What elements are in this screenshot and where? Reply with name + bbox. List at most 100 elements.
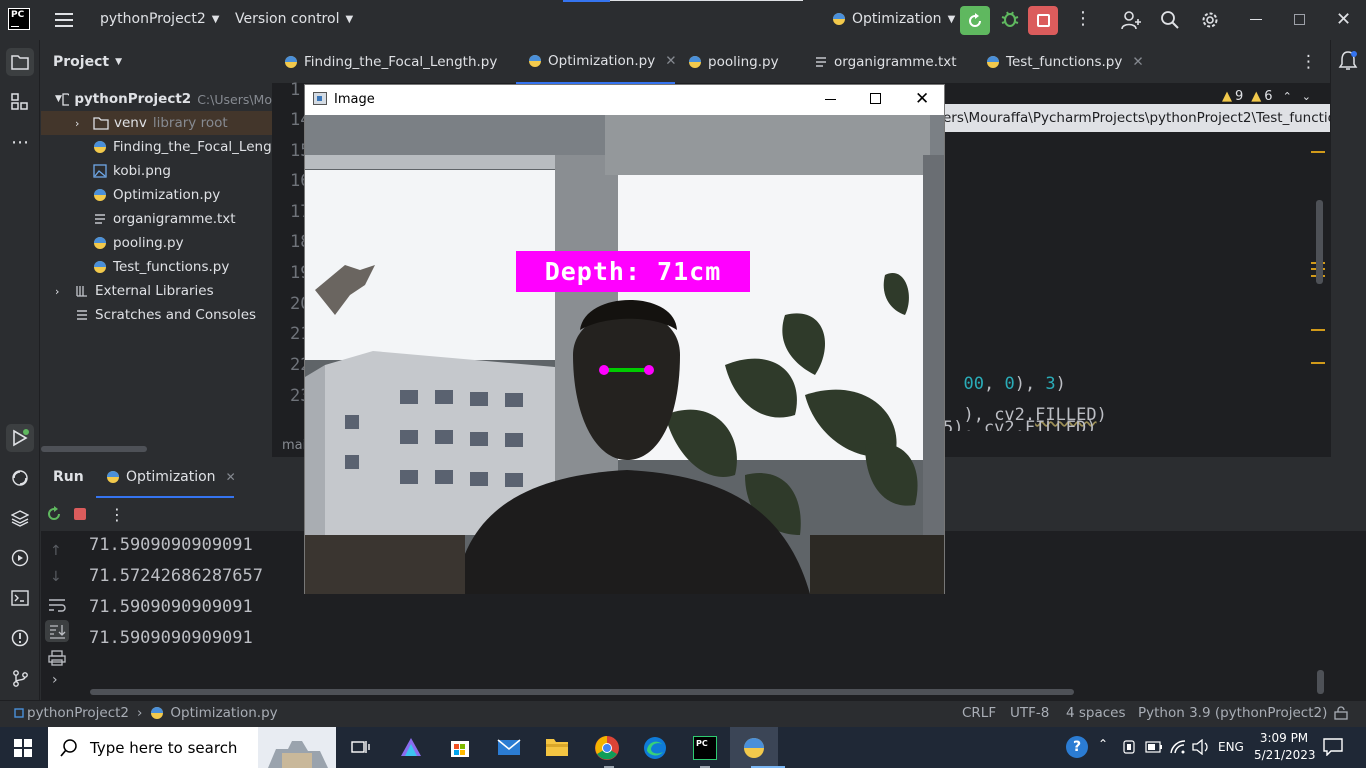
run-config-selector[interactable]: Optimization ▼ bbox=[832, 11, 955, 27]
task-view-icon[interactable] bbox=[351, 738, 371, 756]
search-button[interactable] bbox=[1160, 10, 1180, 30]
minimize-icon[interactable] bbox=[825, 99, 836, 100]
services-tool-button[interactable] bbox=[6, 544, 34, 572]
tree-item-optimization[interactable]: Optimization.py bbox=[41, 183, 272, 207]
tab-test-functions[interactable]: Test_functions.py ✕ bbox=[972, 40, 1162, 84]
stop-icon[interactable] bbox=[74, 508, 86, 520]
breadcrumb[interactable]: mai bbox=[282, 438, 306, 453]
tree-item-venv[interactable]: › venv library root bbox=[41, 111, 272, 135]
help-icon[interactable]: ? bbox=[1066, 736, 1088, 758]
encoding-widget[interactable]: UTF-8 bbox=[1010, 705, 1049, 721]
restore-icon[interactable] bbox=[1294, 14, 1305, 25]
chevron-right-icon[interactable]: › bbox=[52, 672, 58, 688]
project-tool-button[interactable] bbox=[6, 48, 34, 76]
tab-optimization[interactable]: Optimization.py ✕ bbox=[516, 40, 677, 84]
warning-marker[interactable] bbox=[1311, 362, 1325, 364]
scroll-up-icon[interactable]: ↑ bbox=[50, 543, 62, 559]
add-user-button[interactable] bbox=[1120, 9, 1142, 31]
tab-pooling[interactable]: pooling.py bbox=[688, 40, 779, 84]
more-tools-icon[interactable]: ⋯ bbox=[6, 128, 34, 156]
tree-item-focal-length[interactable]: Finding_the_Focal_Length bbox=[41, 135, 272, 159]
chevron-down-icon[interactable]: ⌄ bbox=[1302, 90, 1311, 103]
taskbar-search-box[interactable]: Type here to search bbox=[48, 727, 336, 768]
warning-marker[interactable] bbox=[1311, 151, 1325, 153]
close-tab-icon[interactable]: ✕ bbox=[665, 53, 676, 69]
device-icon[interactable] bbox=[1122, 740, 1136, 754]
terminal-tool-button[interactable] bbox=[6, 584, 34, 612]
pycharm-taskbar-icon[interactable]: PC bbox=[693, 736, 717, 760]
warning-marker[interactable] bbox=[1311, 329, 1325, 331]
maximize-icon[interactable] bbox=[870, 93, 881, 104]
line-separator-widget[interactable]: CRLF bbox=[962, 705, 996, 721]
mail-icon[interactable] bbox=[497, 737, 521, 757]
chevron-up-icon[interactable]: ⌃ bbox=[1283, 90, 1292, 103]
breadcrumb-project[interactable]: pythonProject2 bbox=[27, 705, 129, 721]
rerun-button[interactable] bbox=[46, 506, 62, 522]
settings-button[interactable] bbox=[1200, 10, 1220, 30]
layers-tool-button[interactable] bbox=[6, 504, 34, 532]
minimize-icon[interactable] bbox=[1250, 19, 1262, 20]
file-explorer-icon[interactable] bbox=[545, 737, 569, 757]
debug-button[interactable] bbox=[1000, 9, 1020, 29]
python-console-button[interactable] bbox=[6, 464, 34, 492]
inspections-widget[interactable]: ▲ 9 ▲ 6 ⌃ ⌄ bbox=[1222, 89, 1311, 104]
interpreter-widget[interactable]: Python 3.9 (pythonProject2) bbox=[1138, 705, 1327, 721]
breadcrumb[interactable]: pythonProject2 › Optimization.py bbox=[14, 705, 278, 721]
project-selector[interactable]: pythonProject2 ▼ bbox=[100, 11, 219, 27]
tree-item-root[interactable]: ▼ pythonProject2 C:\Users\Mo bbox=[41, 87, 272, 111]
scroll-to-end-button[interactable] bbox=[45, 620, 69, 642]
tree-item-organigramme[interactable]: organigramme.txt bbox=[41, 207, 272, 231]
horizontal-scrollbar[interactable] bbox=[41, 446, 147, 452]
rerun-button[interactable] bbox=[960, 6, 990, 35]
volume-icon[interactable] bbox=[1192, 739, 1210, 755]
notifications-button[interactable] bbox=[1338, 50, 1358, 72]
print-icon[interactable] bbox=[48, 650, 66, 666]
structure-tool-button[interactable] bbox=[6, 88, 34, 116]
main-menu-icon[interactable] bbox=[55, 12, 73, 28]
close-tab-icon[interactable]: ✕ bbox=[1132, 54, 1143, 70]
windows-start-button[interactable] bbox=[14, 739, 32, 757]
project-panel-header[interactable]: Project ▼ bbox=[53, 54, 122, 70]
battery-icon[interactable] bbox=[1145, 741, 1163, 753]
clock[interactable]: 3:09 PM 5/21/2023 bbox=[1254, 730, 1316, 764]
soft-wrap-icon[interactable] bbox=[48, 598, 66, 612]
more-tabs-icon[interactable]: ⋮ bbox=[1300, 52, 1317, 72]
scroll-down-icon[interactable]: ↓ bbox=[50, 569, 62, 585]
edge-icon[interactable] bbox=[643, 736, 667, 760]
tree-item-scratches[interactable]: Scratches and Consoles bbox=[41, 303, 272, 327]
tree-item-external-libraries[interactable]: › External Libraries bbox=[41, 279, 272, 303]
wifi-icon[interactable] bbox=[1169, 739, 1187, 755]
python-app-taskbar-button[interactable] bbox=[730, 727, 778, 768]
indent-widget[interactable]: 4 spaces bbox=[1066, 705, 1126, 721]
console-horizontal-scrollbar[interactable] bbox=[90, 689, 1074, 695]
input-language[interactable]: ENG bbox=[1218, 740, 1244, 754]
console-output-line: 71.5909090909091 bbox=[89, 628, 253, 648]
problems-tool-button[interactable] bbox=[6, 624, 34, 652]
close-icon[interactable]: ✕ bbox=[1336, 9, 1351, 30]
vertical-scrollbar[interactable] bbox=[1316, 200, 1323, 284]
notification-center-icon[interactable] bbox=[1323, 738, 1343, 756]
tab-organigramme[interactable]: organigramme.txt bbox=[814, 40, 957, 84]
console-vertical-scrollbar[interactable] bbox=[1317, 670, 1324, 694]
more-actions-icon[interactable]: ⋮ bbox=[109, 505, 125, 524]
stop-button[interactable] bbox=[1028, 6, 1058, 35]
microsoft-store-icon[interactable] bbox=[449, 736, 471, 758]
pycharm-logo-icon[interactable]: PC bbox=[8, 8, 30, 30]
lock-icon[interactable] bbox=[1334, 706, 1348, 720]
tree-item-pooling[interactable]: pooling.py bbox=[41, 231, 272, 255]
run-tool-button[interactable] bbox=[6, 424, 34, 452]
vcs-selector[interactable]: Version control ▼ bbox=[235, 11, 353, 27]
close-icon[interactable]: ✕ bbox=[915, 89, 929, 109]
tab-run-config[interactable]: Optimization ✕ bbox=[96, 457, 236, 498]
chevron-up-icon[interactable]: ⌃ bbox=[1098, 737, 1108, 751]
tab-finding-focal-length[interactable]: Finding_the_Focal_Length.py bbox=[284, 40, 497, 84]
tree-item-kobi[interactable]: kobi.png bbox=[41, 159, 272, 183]
close-tab-icon[interactable]: ✕ bbox=[226, 470, 236, 484]
tree-item-test-functions[interactable]: Test_functions.py bbox=[41, 255, 272, 279]
copilot-icon[interactable] bbox=[399, 736, 423, 760]
git-tool-button[interactable] bbox=[6, 664, 34, 692]
chrome-icon[interactable] bbox=[594, 735, 620, 761]
breadcrumb-file[interactable]: Optimization.py bbox=[170, 705, 277, 721]
more-actions-icon[interactable]: ⋮ bbox=[1074, 10, 1092, 28]
image-window-titlebar[interactable]: Image ✕ bbox=[305, 85, 944, 115]
